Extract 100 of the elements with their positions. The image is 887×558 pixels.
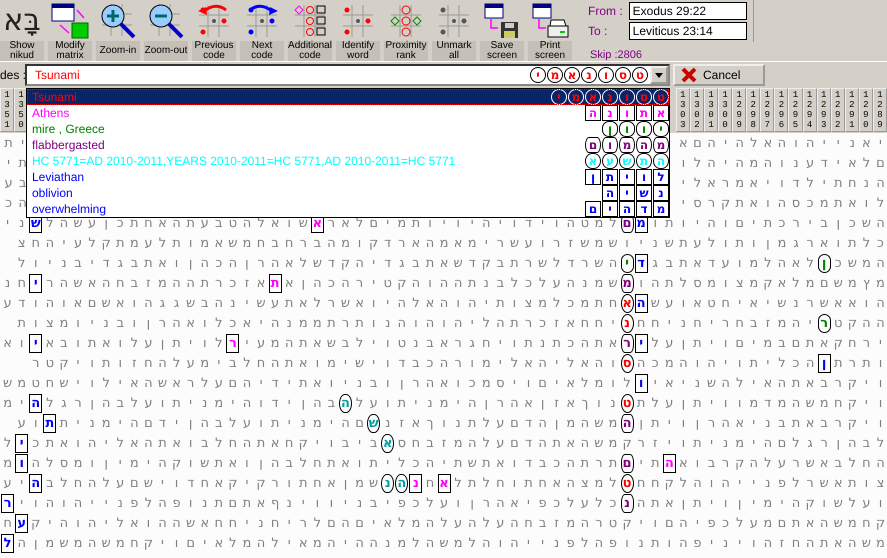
letter-sequence: ה נ ח ת י ל ד ו י א מ ר א ל י bbox=[680, 174, 886, 192]
marked-letter: ט bbox=[620, 394, 634, 412]
letter-sequence: ו י ק ר ב א ת ה א י ל ה ש נ י א י bbox=[652, 374, 884, 392]
letter-sequence: ח נ bbox=[4, 274, 27, 292]
letter-sequence: א ז כ ר ת ה ה מ ז ב ח ה א ש ה ר bbox=[45, 274, 266, 292]
marked-letter: ו bbox=[634, 374, 648, 392]
letter-sequence: ה ה ק ט bbox=[833, 314, 886, 332]
letter-sequence: ו ה ו ה נ ו ת ר ת מ מ נ ה י א כ ל ו א ה ר ן ו ב נ י ו מ צ ו ת bbox=[16, 314, 447, 332]
letter-grid-icon bbox=[340, 2, 376, 38]
marked-letter: ם bbox=[620, 454, 634, 472]
column-number: 1293 bbox=[816, 88, 831, 132]
letter-sequence: ל מ צ ה א ח ת ו ח ל ת ל bbox=[453, 474, 618, 492]
letter-sequence: ו י ק ח מ ש ה מ ד מ ו ו י ת ן ע ל ת bbox=[636, 394, 884, 412]
letter-sequence: ה ו ה ק ט י ר ה כ ה ן א bbox=[284, 274, 450, 292]
letter-sequence: ב י ב ו י ק ח א ת ה ח ל ב ו א ת ה א ל י ה ו א ת כ bbox=[31, 434, 378, 452]
letter-sequence: ת ר ת ה כ ב ד ו א ת ש ת י ה כ ל י ת ו א ת ח ל ב ה ן ו א ת ש ו ק ה י מ י ן ו מ ס ל ה bbox=[30, 454, 618, 472]
letter-sequence: ש מ נ ה ע ל כ ל ב נ ת ה bbox=[452, 274, 619, 292]
letter-sequence: ם ה י מ נ י ת ו ע ל ב ה ן י ד ם ה י מ נ י ת bbox=[58, 414, 365, 432]
marked-letter: נ bbox=[620, 314, 634, 332]
code-letters: י ו ו ן bbox=[602, 121, 669, 137]
toolbar-button[interactable]: Additional code bbox=[288, 0, 332, 61]
marked-letter: ת bbox=[268, 274, 282, 292]
letter-sequence: נ י bbox=[5, 214, 26, 232]
marked-letter: ה bbox=[338, 394, 352, 412]
codes-label: des : bbox=[0, 67, 25, 84]
marked-letter: ה bbox=[662, 454, 676, 472]
field-value: Tsunami bbox=[35, 67, 80, 84]
toolbar-button[interactable]: Zoom-out bbox=[144, 0, 188, 61]
grid-arrow-icon bbox=[196, 2, 232, 38]
code-letters: מ ד ה י ם bbox=[585, 201, 669, 217]
letter-sequence: ו ע bbox=[16, 414, 39, 432]
window-floppy-icon bbox=[483, 2, 521, 40]
marked-letter: י bbox=[29, 334, 42, 352]
column-number: 1296 bbox=[774, 88, 788, 132]
marked-letter: א bbox=[381, 434, 394, 452]
column-number: 1292 bbox=[830, 88, 845, 132]
marked-letter: ד bbox=[634, 254, 648, 272]
letter-grid-icon bbox=[388, 2, 424, 38]
letter-sequence: ב ה ן י ד ו ה י מ נ י ת ו ע ל ב ה ן ר ג ל bbox=[45, 394, 336, 412]
toolbar-button[interactable]: Next code bbox=[240, 0, 284, 61]
marked-letter: ה bbox=[29, 394, 42, 412]
marked-letter: ה bbox=[395, 474, 408, 492]
toolbar-button[interactable]: Save screen bbox=[480, 0, 524, 61]
letter-sequence: ל א ה ל מ ו ע ד א ת ב ג bbox=[652, 254, 815, 272]
letter-sequence: י ע bbox=[2, 474, 24, 492]
marked-letter: ר bbox=[1, 494, 14, 512]
letter-sequence: ש ו א ל ה ט ב ע ת ה א ח ת כ ן ע ש ה ל bbox=[45, 216, 309, 232]
letter-sequence: ה א ל ה י ו א ש ר ל א ת ע ש י נ ה ב ש ג ג ה ו א ש ם א ו ה ו ד ע bbox=[2, 294, 450, 312]
code-letters: מ ה מ ו ם bbox=[585, 137, 669, 153]
letter-sequence: ח bbox=[2, 514, 13, 532]
code-letters: ל ו י ת ן bbox=[585, 169, 669, 185]
from-field[interactable]: Exodus 29:22 bbox=[628, 2, 747, 20]
column-number: 1295 bbox=[788, 88, 803, 132]
marked-letter: ר bbox=[226, 334, 240, 352]
letter-sequence: מ ה א ר ד ק ו מ ה ב ר ח ב ח מ ש א מ ו ת ל ע מ ת ק ל ע י ה ח צ bbox=[16, 234, 450, 252]
letter-grid-icon bbox=[436, 2, 472, 38]
letter-sequence: א ת ב ג ד י ה ק ד ש ל א ה ר ן ה כ ה ן ו א ת ב ג ד י ב נ י ו ל bbox=[17, 254, 450, 272]
nikud-glyph: בָּא bbox=[3, 2, 41, 38]
marked-letter: ר bbox=[818, 314, 831, 332]
toolbar-button[interactable]: Identify word bbox=[336, 0, 380, 61]
letter-sequence: י ה מ ז ב ח ר י ח נ י ח ח bbox=[636, 314, 813, 332]
marked-letter: ר bbox=[620, 334, 634, 352]
column-number: 1351 bbox=[0, 88, 14, 132]
toolbar-button[interactable]: Unmark all bbox=[432, 0, 476, 61]
cancel-button[interactable]: Cancel bbox=[673, 64, 765, 86]
letter-sequence: י ח ח א ז כ ר ת ה ל י ה bbox=[452, 314, 616, 332]
letter-sequence: ח bbox=[424, 474, 436, 492]
letter-sequence: ו י ק ר ב א ת ב נ י א ה ר ן ו י ת ן bbox=[638, 414, 884, 432]
toolbar-button[interactable]: Proximity rank bbox=[384, 0, 428, 61]
toolbar-button[interactable]: Zoom-in bbox=[96, 0, 140, 61]
letter-sequence: ל מ ט ה ו י ד ו י ה י ו bbox=[455, 214, 618, 232]
toolbar-button[interactable]: Print screen bbox=[528, 0, 572, 61]
matrix-icon bbox=[50, 2, 90, 40]
grid-arrow-icon bbox=[244, 2, 280, 38]
letter-sequence: מ bbox=[2, 454, 14, 472]
marked-letter: ה bbox=[620, 414, 634, 432]
letter-sequence: ה ו א א ש ר נ ש י א י ח ט א ו ע ש bbox=[650, 294, 886, 312]
marked-letter: י bbox=[620, 254, 634, 272]
letter-sequence: כ ל ת ו א ר ג מ ן ו ת ו ל ע ת ש נ י ו ש מ ש ז ר ו ע ש ר י מ א bbox=[452, 234, 885, 252]
column-number: 1297 bbox=[760, 88, 774, 132]
toolbar-button[interactable]: Modify matrix bbox=[48, 0, 92, 61]
dropdown-arrow-button[interactable] bbox=[650, 66, 668, 84]
letter-sequence: ל ו מ ל א י ם ו י ס מ כ ו א ה ר ן ו ב נ י ו א ת י ד י ה ם ע ל ר א ש ה א י ל ו י ש ח ט מ ש bbox=[2, 374, 632, 392]
letter-sequence: כ ל ע ל כ פ י א ה ר ן ו ע ל כ פ י ב נ י ו ו י נ ף א ת ם ת נ ו פ ה ל פ נ י י ה ו ה ו י bbox=[19, 494, 618, 512]
to-field[interactable]: Leviticus 23:14 bbox=[628, 22, 747, 40]
to-label: To : bbox=[588, 23, 608, 40]
letter-sequence: ה מ ש כ bbox=[834, 254, 886, 272]
marked-letter: ה bbox=[29, 474, 42, 492]
marked-letter: ש bbox=[367, 414, 380, 432]
letter-sequence: ת י bbox=[6, 154, 28, 172]
column-number: 1290 bbox=[858, 88, 873, 132]
letter-sequence: מ ץ מ ש ם מ ל א ק מ צ ו מ ס ל ת ה ו bbox=[638, 274, 886, 292]
column-number: 1294 bbox=[802, 88, 817, 132]
letter-sequence: ה כ ל י ת ו י ה ו ה מ כ ה bbox=[636, 354, 816, 372]
marked-letter: ט bbox=[620, 474, 634, 492]
letter-sequence: ה כ bbox=[4, 194, 28, 212]
marked-letter: י bbox=[634, 334, 648, 352]
code-letters: נ ש י ה bbox=[602, 185, 669, 201]
toolbar-button[interactable]: Previous code bbox=[192, 0, 236, 61]
letter-sequence: א ב נ ט ו י ל ב ש א ת ה מ ע י bbox=[244, 334, 450, 352]
